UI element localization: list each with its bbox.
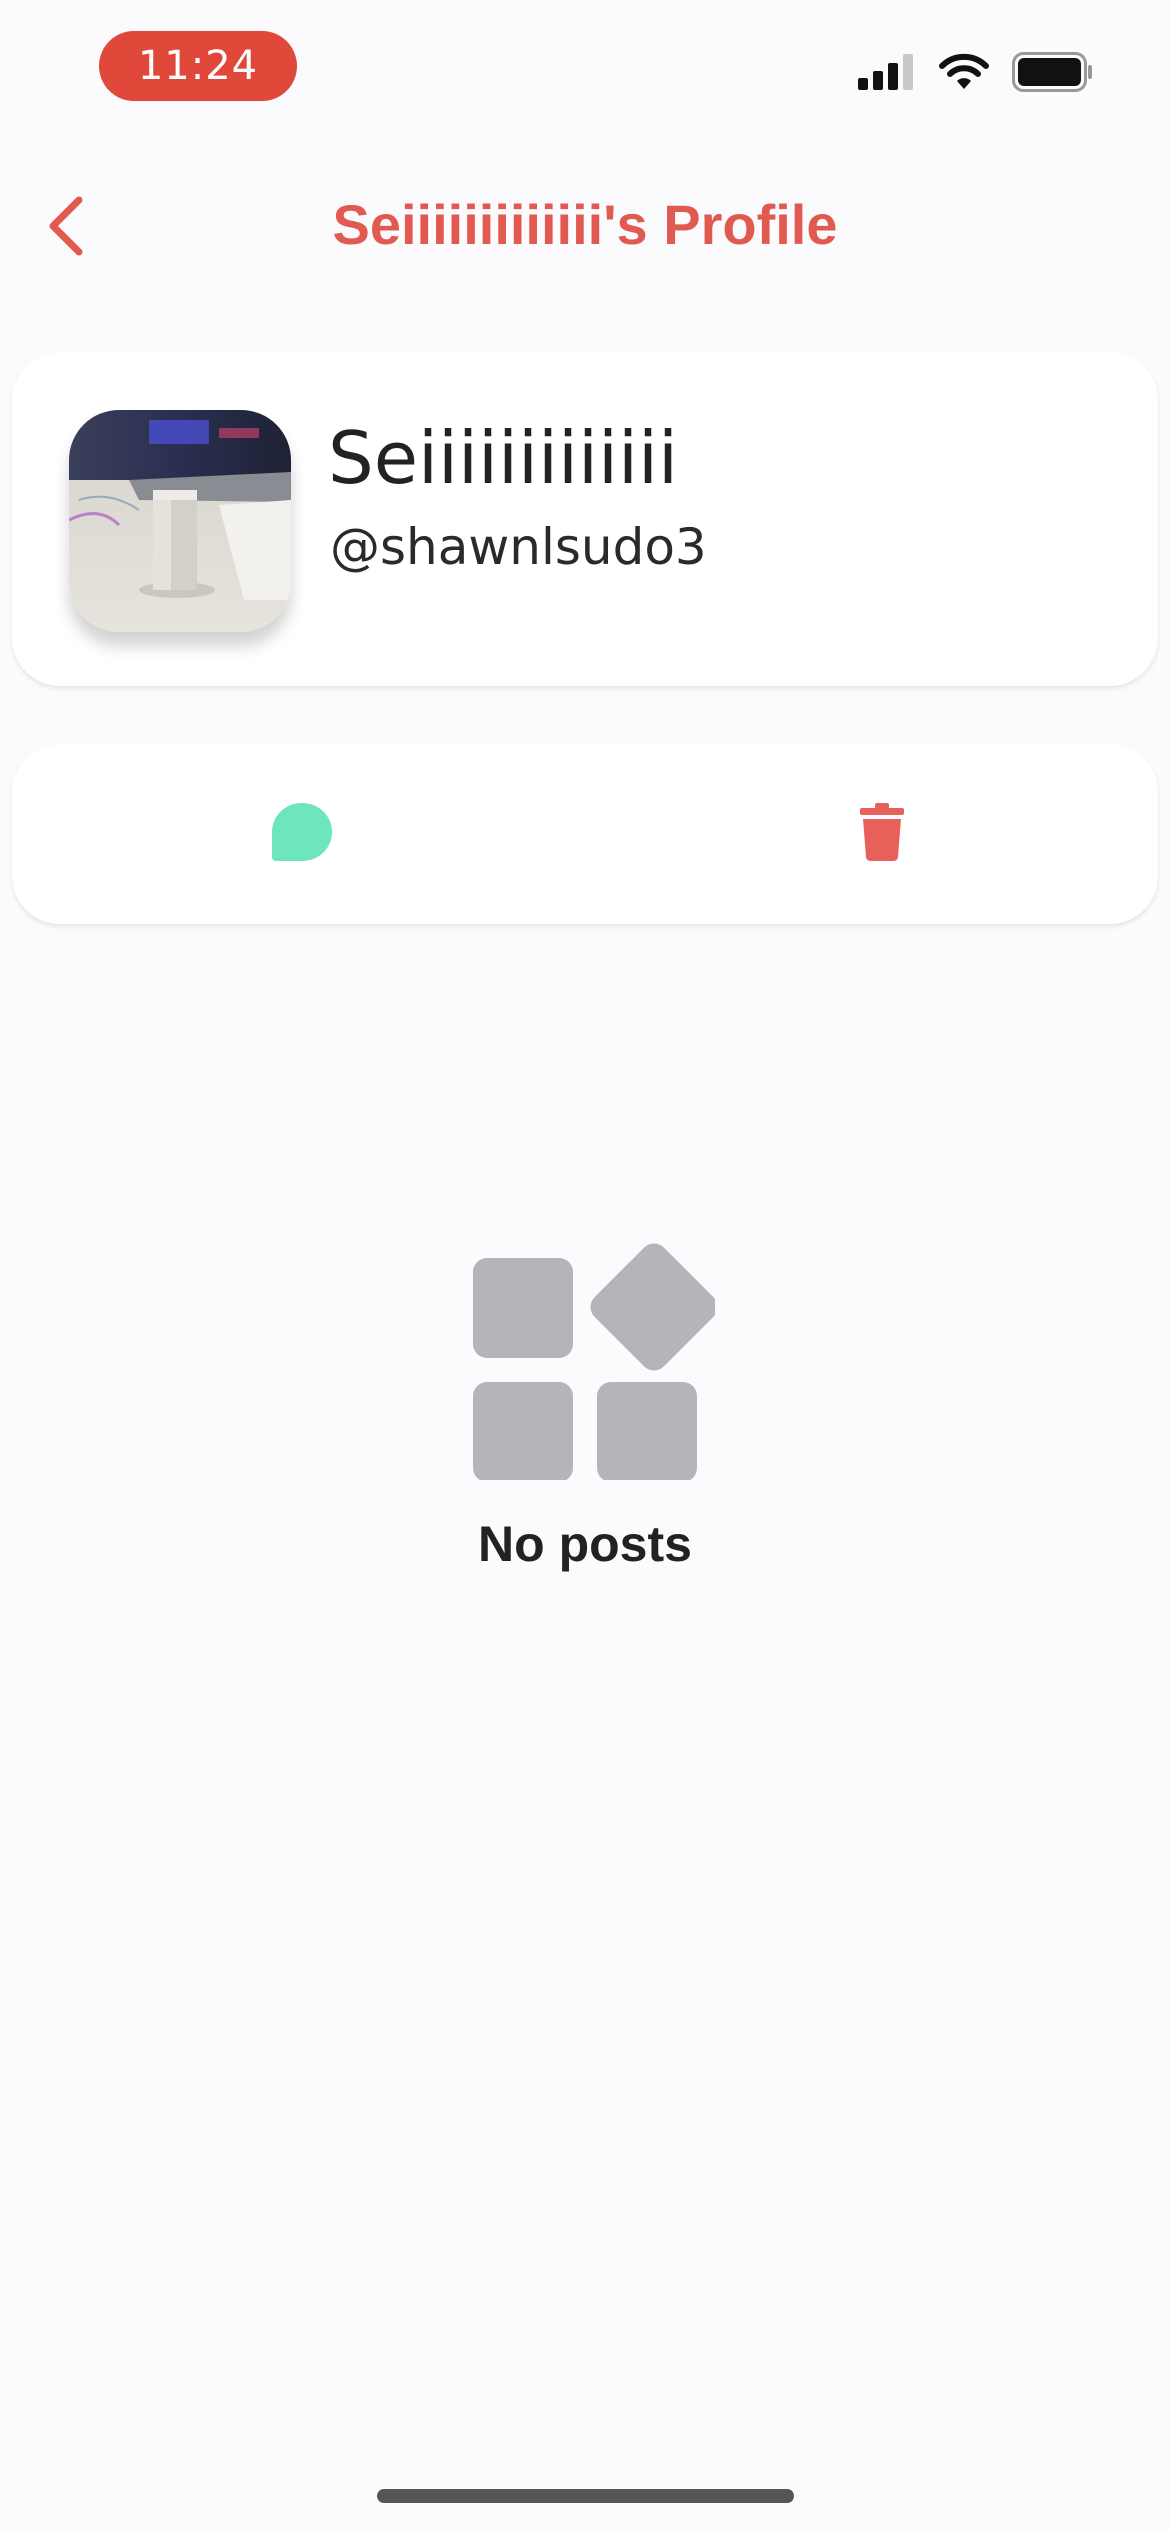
username: @shawnlsudo3 [330, 518, 707, 576]
status-icons [858, 51, 1094, 97]
delete-button[interactable] [842, 794, 922, 874]
home-indicator[interactable] [377, 2489, 794, 2503]
nav-header: Seiiiiiiiiiiiii's Profile [0, 170, 1170, 280]
page-title: Seiiiiiiiiiiiii's Profile [332, 193, 838, 256]
profile-card: Seiiiiiiiiiiiii @shawnlsudo3 [12, 352, 1158, 686]
status-bar: 11:24 [0, 0, 1170, 130]
trash-icon [860, 802, 904, 866]
message-button[interactable] [262, 794, 342, 874]
empty-state: No posts [0, 1240, 1170, 1573]
status-time: 11:24 [99, 31, 297, 101]
apps-grid-icon [0, 1240, 1170, 1485]
empty-state-text: No posts [478, 1516, 692, 1572]
avatar[interactable] [69, 410, 291, 632]
battery-icon [1012, 51, 1094, 97]
wifi-icon [938, 53, 990, 96]
actions-card [12, 744, 1158, 924]
chat-bubble-icon [270, 802, 334, 867]
cellular-signal-icon [858, 53, 916, 95]
display-name: Seiiiiiiiiiiiii [328, 416, 679, 500]
